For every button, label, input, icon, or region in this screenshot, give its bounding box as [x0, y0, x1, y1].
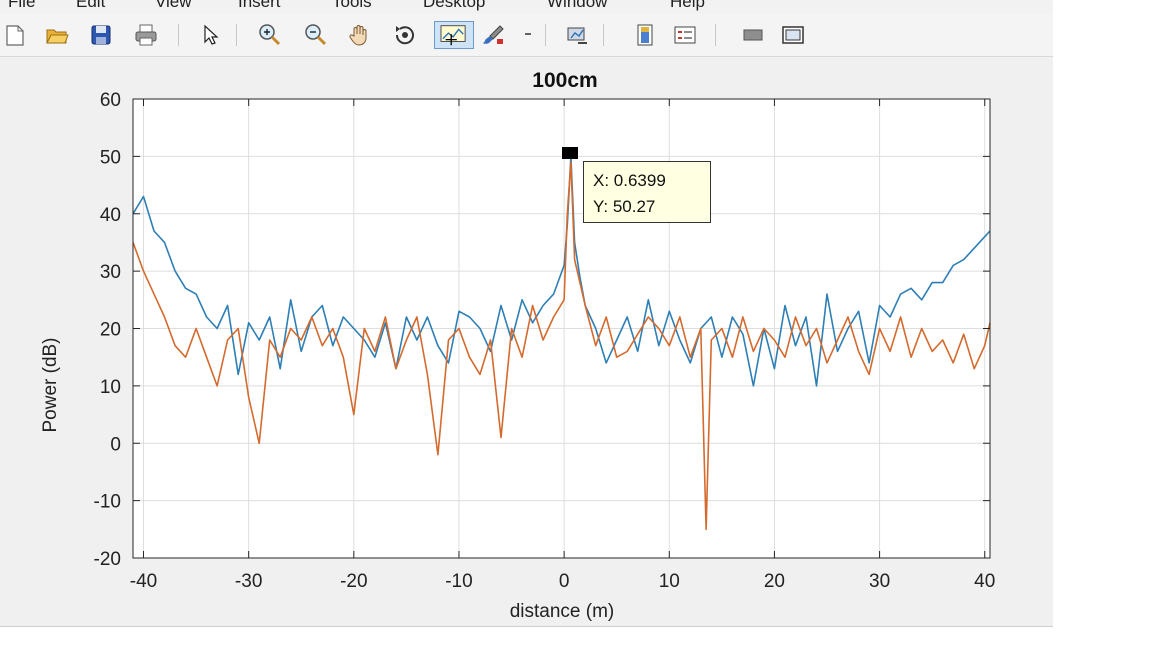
menu-insert[interactable]: Insert — [238, 0, 281, 12]
menu-window[interactable]: Window — [547, 0, 607, 12]
y-tick-label: 50 — [100, 147, 121, 168]
y-tick-label: 30 — [100, 262, 121, 283]
y-axis-label: Power (dB) — [40, 337, 61, 432]
x-tick-label: 10 — [659, 571, 680, 592]
insert-legend-icon[interactable] — [672, 22, 698, 48]
menu-file[interactable]: File — [8, 0, 35, 12]
chart: -40 -30 -20 -10 0 10 20 30 40 60 50 40 30 20 10 0 -10 -2… — [0, 57, 1053, 626]
toolbar-separator — [603, 24, 604, 46]
x-tick-label: -10 — [445, 571, 472, 592]
link-plot-icon[interactable] — [564, 22, 590, 48]
x-tick-label: 30 — [869, 571, 890, 592]
brush-icon[interactable] — [480, 22, 506, 48]
menu-tools[interactable]: Tools — [332, 0, 372, 12]
insert-colorbar-icon[interactable] — [632, 22, 658, 48]
data-tip[interactable]: X: 0.6399 Y: 50.27 — [583, 161, 711, 223]
x-tick-label: 0 — [559, 571, 570, 592]
menu-desktop[interactable]: Desktop — [423, 0, 485, 12]
data-cursor-icon[interactable] — [434, 21, 474, 49]
new-figure-icon[interactable] — [2, 22, 28, 48]
save-icon[interactable] — [88, 22, 114, 48]
print-icon[interactable] — [133, 22, 159, 48]
x-tick-label: -40 — [130, 571, 157, 592]
x-axis-label: distance (m) — [510, 601, 615, 622]
toolbar-separator — [236, 24, 237, 46]
y-tick-label: -10 — [94, 492, 121, 513]
zoom-in-icon[interactable] — [256, 22, 282, 48]
y-tick-label: 0 — [110, 434, 121, 455]
x-tick-label: -20 — [340, 571, 367, 592]
figure-toolbar — [0, 14, 1053, 57]
menubar: File Edit View Insert Tools Desktop Wind… — [0, 0, 1053, 14]
y-tick-label: 60 — [100, 90, 121, 111]
toolbar-separator — [715, 24, 716, 46]
hide-plot-tools-icon[interactable] — [740, 22, 766, 48]
y-tick-label: 20 — [100, 320, 121, 341]
edit-plot-arrow-icon[interactable] — [197, 22, 223, 48]
menu-view[interactable]: View — [155, 0, 192, 12]
zoom-out-icon[interactable] — [302, 22, 328, 48]
brush-dropdown-icon[interactable] — [522, 22, 536, 48]
menu-edit[interactable]: Edit — [76, 0, 105, 12]
figure-window: File Edit View Insert Tools Desktop Wind… — [0, 0, 1053, 627]
figure-canvas: -40 -30 -20 -10 0 10 20 30 40 60 50 40 30 20 10 0 -10 -2… — [0, 57, 1053, 626]
datatip-marker[interactable] — [562, 147, 578, 159]
toolbar-separator — [178, 24, 179, 46]
toolbar-separator — [545, 24, 546, 46]
pan-hand-icon[interactable] — [347, 22, 373, 48]
menu-help[interactable]: Help — [670, 0, 705, 12]
datatip-y-value: Y: 50.27 — [593, 197, 656, 216]
x-tick-label: 40 — [974, 571, 995, 592]
show-plot-tools-icon[interactable] — [780, 22, 806, 48]
y-tick-label: 40 — [100, 205, 121, 226]
rotate-3d-icon[interactable] — [392, 22, 418, 48]
datatip-x-value: X: 0.6399 — [593, 171, 666, 190]
x-tick-label: 20 — [764, 571, 785, 592]
open-file-icon[interactable] — [44, 22, 70, 48]
x-tick-label: -30 — [235, 571, 262, 592]
y-tick-label: 10 — [100, 377, 121, 398]
chart-title: 100cm — [532, 69, 597, 92]
y-tick-label: -20 — [94, 549, 121, 570]
